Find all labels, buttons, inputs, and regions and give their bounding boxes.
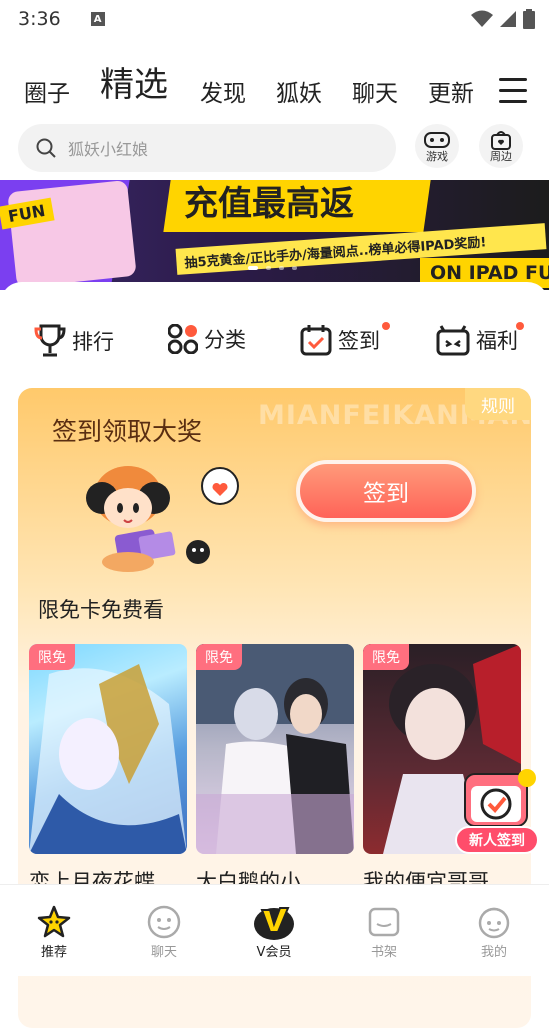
chat-face-icon (147, 905, 181, 939)
nav-mine-label: 我的 (480, 945, 507, 960)
signin-title: 签到领取大奖 (52, 417, 203, 446)
signal-icon (500, 11, 516, 27)
comic-cover-2 (196, 644, 354, 854)
nav-recommend-label: 推荐 (40, 945, 67, 960)
category-ranking-label: 排行 (72, 330, 114, 354)
gift-face-icon (436, 325, 470, 356)
calendar-check-icon (300, 325, 332, 356)
banner-character-art (7, 180, 137, 289)
status-bar: 3:36 A (0, 0, 549, 38)
new-user-signin-label: 新人签到 (455, 826, 539, 854)
banner-indicator (248, 266, 297, 270)
category-classify[interactable]: 分类 (168, 324, 246, 354)
nav-vip-label: V会员 (256, 945, 292, 960)
signin-button[interactable]: 签到 (296, 460, 476, 522)
merch-label: 周边 (490, 150, 512, 163)
calendar-badge-icon (464, 769, 536, 827)
comic-card-1[interactable]: 限免 (29, 644, 187, 854)
tab-chat[interactable]: 聊天 (352, 74, 398, 108)
category-welfare-label: 福利 (476, 329, 518, 353)
nav-bookshelf[interactable]: 书架 (354, 903, 414, 960)
category-welfare[interactable]: 福利 (436, 324, 518, 356)
profile-face-icon (478, 907, 510, 939)
grid-circles-icon (168, 324, 198, 354)
bottom-navigation: 推荐 聊天 V会员 书架 我的 (0, 884, 549, 976)
category-row: 排行 分类 签到 福利 (0, 320, 549, 366)
comic-cover-1 (29, 664, 187, 854)
category-checkin[interactable]: 签到 (300, 324, 380, 356)
tab-featured[interactable]: 精选 (100, 57, 168, 106)
free-tag: 限免 (363, 644, 409, 670)
checkin-notification-dot (382, 322, 390, 330)
nav-vip[interactable]: V会员 (244, 903, 304, 960)
tab-circle[interactable]: 圈子 (24, 74, 70, 108)
search-bar[interactable]: 狐妖小红娘 (18, 124, 396, 172)
nav-chat-label: 聊天 (150, 945, 177, 960)
battery-icon (523, 9, 535, 29)
vip-v-icon (254, 907, 294, 940)
nav-chat[interactable]: 聊天 (134, 903, 194, 960)
nav-recommend[interactable]: 推荐 (24, 903, 84, 960)
gamepad-icon (424, 132, 450, 148)
menu-icon[interactable] (499, 78, 527, 104)
game-button[interactable]: 游戏 (412, 124, 462, 168)
trophy-icon (34, 324, 66, 357)
tab-fox[interactable]: 狐妖 (276, 74, 322, 108)
free-section-title: 限免卡免费看 (38, 598, 164, 622)
notification-a-icon: A (90, 12, 105, 26)
banner-headline: 充值最高返 (184, 184, 354, 224)
wifi-icon (471, 10, 493, 27)
category-ranking[interactable]: 排行 (34, 324, 114, 358)
promo-banner[interactable]: FUN 充值最高返 抽5克黄金/正比手办/海量阅点..榜单必得IPAD奖励! O… (0, 180, 549, 290)
free-tag: 限免 (196, 644, 242, 670)
merch-button[interactable]: 周边 (476, 124, 526, 168)
free-tag: 限免 (29, 644, 75, 670)
category-classify-label: 分类 (204, 328, 246, 352)
star-icon (37, 905, 71, 938)
welfare-notification-dot (516, 322, 524, 330)
nav-mine[interactable]: 我的 (464, 903, 524, 960)
comic-card-2[interactable]: 限免 (196, 644, 354, 854)
new-user-signin-badge[interactable]: 新人签到 (455, 768, 539, 856)
tab-update[interactable]: 更新 (428, 74, 474, 108)
status-icons (471, 9, 535, 29)
category-checkin-label: 签到 (338, 329, 380, 353)
rules-button[interactable]: 规则 (465, 388, 531, 420)
tab-discover[interactable]: 发现 (200, 74, 246, 108)
search-placeholder: 狐妖小红娘 (68, 140, 149, 159)
bookshelf-icon (368, 907, 400, 937)
status-time: 3:36 (18, 8, 61, 30)
top-tabs: 圈子 精选 发现 狐妖 聊天 更新 (0, 62, 549, 110)
search-icon (36, 138, 56, 158)
game-label: 游戏 (426, 150, 448, 163)
nav-bookshelf-label: 书架 (370, 945, 397, 960)
mascot-illustration (86, 466, 239, 572)
